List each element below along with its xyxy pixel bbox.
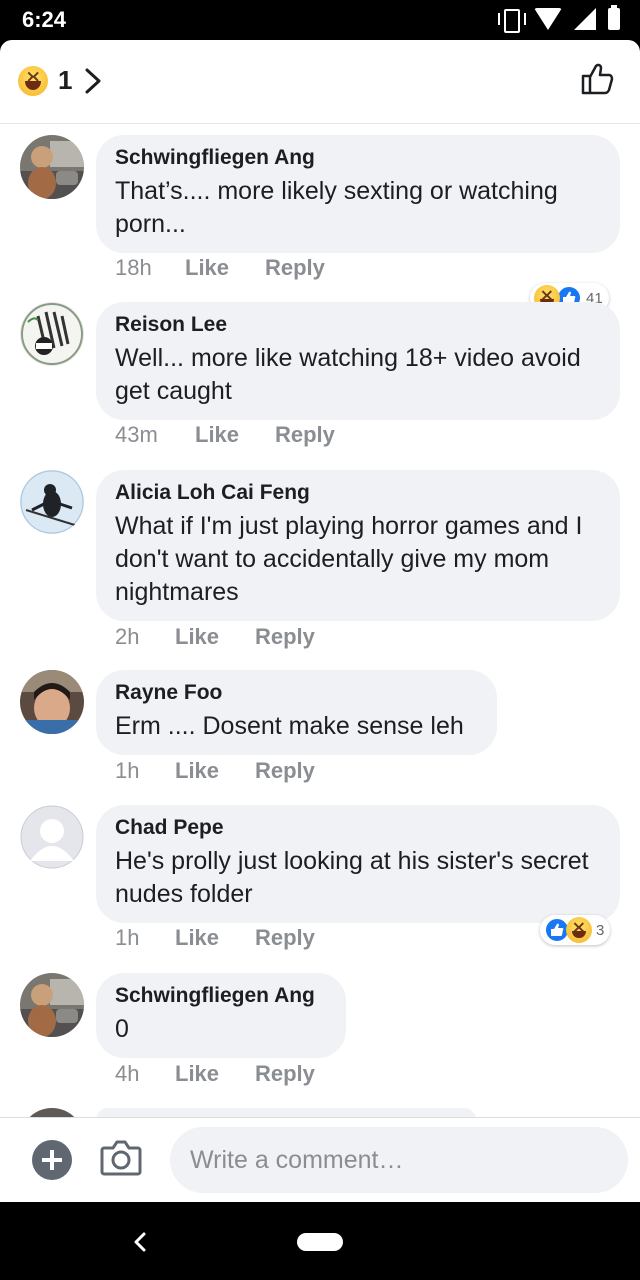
comment-author[interactable]: Alicia Loh Cai Feng [115, 480, 601, 506]
add-attachment-button[interactable] [32, 1140, 72, 1180]
comment-bubble[interactable]: Schwingfliegen Ang That’s.... more likel… [96, 135, 620, 253]
comment-composer [0, 1117, 640, 1202]
reactions-summary-button[interactable]: 1 [18, 65, 102, 96]
like-button[interactable]: Like [175, 1061, 255, 1087]
comment-actions: 1h Like Reply [115, 758, 315, 784]
comment-text: 0 [115, 1015, 129, 1043]
comment-time: 1h [115, 758, 140, 783]
reply-button[interactable]: Reply [275, 422, 335, 448]
comment-time: 18h [115, 255, 152, 280]
camera-icon[interactable] [100, 1138, 142, 1178]
reply-button[interactable]: Reply [255, 925, 315, 951]
comment-text: That’s.... more likely sexting or watchi… [115, 177, 558, 238]
comment-author[interactable]: Schwingfliegen Ang [115, 145, 601, 171]
avatar[interactable] [20, 973, 84, 1037]
comment-text: Erm .... Dosent make sense leh [115, 712, 464, 740]
thumbs-up-icon[interactable] [580, 62, 614, 96]
status-icons [498, 5, 620, 33]
reaction-count: 1 [58, 65, 73, 95]
comment-time: 4h [115, 1061, 140, 1086]
like-button[interactable]: Like [175, 925, 255, 951]
avatar[interactable] [20, 470, 84, 534]
comment-actions: 18h Like Reply [115, 255, 325, 281]
comment-author[interactable]: Schwingfliegen Ang [115, 983, 327, 1009]
comment-actions: 2h Like Reply [115, 624, 315, 650]
reaction-count: 3 [596, 921, 605, 939]
battery-icon [608, 5, 620, 30]
haha-emoji-icon [566, 917, 592, 943]
comment-bubble[interactable]: Rayne Foo Erm .... Dosent make sense leh [96, 670, 497, 755]
comment-bubble[interactable]: Chad Pepe He's prolly just looking at hi… [96, 805, 620, 923]
like-button[interactable]: Like [175, 624, 255, 650]
avatar[interactable] [20, 805, 84, 869]
comment-actions: 4h Like Reply [115, 1061, 315, 1087]
comment-text: He's prolly just looking at his sister's… [115, 847, 589, 908]
comment-text: Well... more like watching 18+ video avo… [115, 344, 581, 405]
comment-time: 2h [115, 624, 140, 649]
back-icon[interactable] [130, 1228, 150, 1256]
comment-bubble[interactable]: Alicia Loh Cai Feng What if I'm just pla… [96, 470, 620, 621]
reply-button[interactable]: Reply [255, 758, 315, 784]
home-button[interactable] [297, 1233, 343, 1251]
system-nav-bar [0, 1202, 640, 1280]
like-button[interactable]: Like [185, 255, 265, 281]
avatar[interactable] [20, 302, 84, 366]
haha-emoji-icon [18, 65, 48, 96]
reply-button[interactable]: Reply [255, 1061, 315, 1087]
like-button[interactable]: Like [195, 422, 275, 448]
like-button[interactable]: Like [175, 758, 255, 784]
comment-time: 43m [115, 422, 158, 447]
status-bar: 6:24 [0, 0, 640, 40]
comments-sheet: 1 Schwingfliegen Ang That’s.... more lik… [0, 40, 640, 1202]
comment-bubble[interactable]: Reison Lee Well... more like watching 18… [96, 302, 620, 420]
comment-input[interactable] [170, 1127, 628, 1193]
comment-author[interactable]: Rayne Foo [115, 680, 478, 706]
comment-bubble[interactable]: Schwingfliegen Ang 0 [96, 973, 346, 1058]
comment-time: 1h [115, 925, 140, 950]
chevron-right-icon [85, 68, 101, 93]
reply-button[interactable]: Reply [265, 255, 325, 281]
vibrate-icon [498, 8, 526, 33]
status-time: 6:24 [22, 7, 67, 32]
reaction-badge[interactable]: 3 [540, 915, 611, 945]
comment-author[interactable]: Chad Pepe [115, 815, 601, 841]
comment-text: What if I'm just playing horror games an… [115, 512, 583, 606]
avatar[interactable] [20, 135, 84, 199]
comment-actions: 1h Like Reply [115, 925, 315, 951]
wifi-icon [534, 8, 562, 30]
avatar[interactable] [20, 670, 84, 734]
reactions-header: 1 [0, 40, 640, 124]
reply-button[interactable]: Reply [255, 624, 315, 650]
comment-actions: 43m Like Reply [115, 422, 335, 448]
comment-author[interactable]: Reison Lee [115, 312, 601, 338]
signal-icon [574, 8, 596, 30]
